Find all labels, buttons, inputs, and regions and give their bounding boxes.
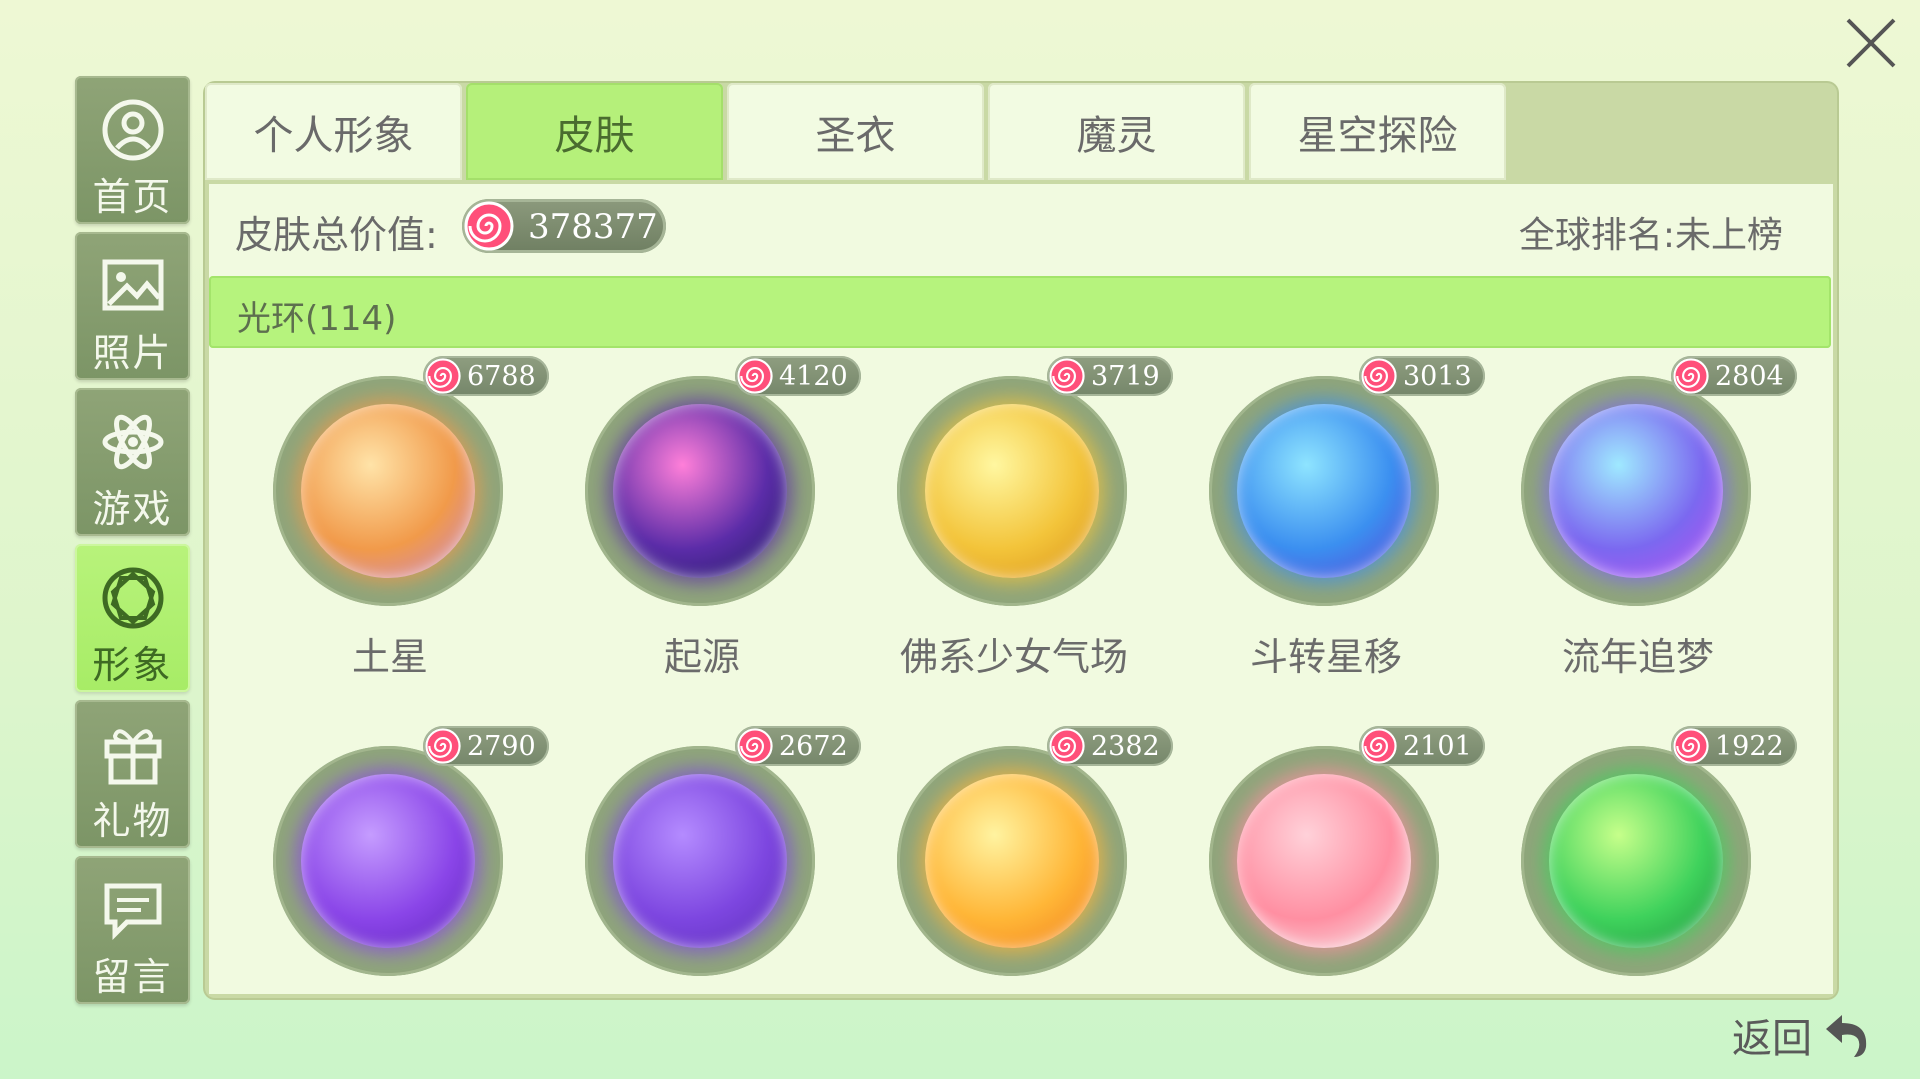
- price-badge: 3013: [1359, 356, 1485, 396]
- skin-item[interactable]: 2790: [235, 726, 549, 994]
- tab-holy-cloth[interactable]: 圣衣: [727, 83, 984, 180]
- candy-coin-icon: [425, 728, 461, 764]
- halo-orb-icon: [1549, 404, 1723, 578]
- price-badge: 6788: [423, 356, 549, 396]
- message-icon: [99, 876, 167, 944]
- summary-bar: 皮肤总价值: 378377 全球排名:未上榜: [209, 184, 1833, 270]
- price-badge: 2790: [423, 726, 549, 766]
- candy-coin-icon: [425, 358, 461, 394]
- skin-item[interactable]: 4120 起源: [547, 356, 861, 686]
- skin-name: 佛系少女气场: [899, 635, 1128, 679]
- back-button[interactable]: 返回: [1732, 1000, 1874, 1070]
- sidebar-item-photos[interactable]: 照片: [75, 232, 190, 380]
- price-badge: 3719: [1047, 356, 1173, 396]
- tab-demon-spirit[interactable]: 魔灵: [988, 83, 1245, 180]
- profile-icon: [99, 96, 167, 164]
- tab-bar: 个人形象 皮肤 圣衣 魔灵 星空探险: [205, 83, 1510, 182]
- halo-orb-icon: [301, 404, 475, 578]
- halo-orb-icon: [1237, 774, 1411, 948]
- price-badge: 2804: [1671, 356, 1797, 396]
- skin-item[interactable]: 3013 斗转星移: [1171, 356, 1485, 686]
- skin-name: 流年追梦: [1561, 635, 1714, 679]
- price-badge: 2382: [1047, 726, 1173, 766]
- sidebar-item-avatar[interactable]: 形象: [75, 544, 190, 692]
- price-badge: 1922: [1671, 726, 1797, 766]
- skins-content: 皮肤总价值: 378377 全球排名:未上榜 光环(114) 6788 土星 412…: [209, 184, 1833, 994]
- halo-orb-icon: [1237, 404, 1411, 578]
- photo-icon: [99, 252, 167, 320]
- halo-orb-icon: [613, 774, 787, 948]
- price-amount: 3719: [1091, 361, 1160, 392]
- total-value-amount: 378377: [528, 207, 658, 247]
- price-badge: 2672: [735, 726, 861, 766]
- halo-orb-icon: [1549, 774, 1723, 948]
- sidebar: 首页 照片 游戏 形象 礼物 留言: [75, 76, 192, 1012]
- close-icon: [1846, 18, 1896, 68]
- skin-item[interactable]: 1922: [1483, 726, 1797, 994]
- candy-coin-icon: [737, 358, 773, 394]
- candy-coin-icon: [1361, 728, 1397, 764]
- close-button[interactable]: [1840, 12, 1902, 74]
- price-amount: 2804: [1715, 361, 1784, 392]
- skin-name: 土星: [351, 635, 428, 679]
- price-amount: 4120: [779, 361, 848, 392]
- halo-orb-icon: [301, 774, 475, 948]
- sidebar-item-games[interactable]: 游戏: [75, 388, 190, 536]
- tab-personal-image[interactable]: 个人形象: [205, 83, 462, 180]
- price-badge: 4120: [735, 356, 861, 396]
- price-amount: 6788: [467, 361, 536, 392]
- price-amount: 3013: [1403, 361, 1472, 392]
- skin-item[interactable]: 2804 流年追梦: [1483, 356, 1797, 686]
- candy-coin-icon: [737, 728, 773, 764]
- total-value-label: 皮肤总价值:: [235, 213, 438, 257]
- wardrobe-panel: 个人形象 皮肤 圣衣 魔灵 星空探险 皮肤总价值: 378377 全球排名:未上…: [205, 83, 1837, 998]
- sidebar-item-label: 形象: [92, 643, 173, 687]
- global-rank-text: 全球排名:未上榜: [1518, 215, 1783, 256]
- sidebar-item-label: 礼物: [92, 799, 173, 843]
- sidebar-item-label: 照片: [92, 331, 173, 375]
- skin-name: 斗转星移: [1249, 635, 1402, 679]
- skin-item[interactable]: 2382: [859, 726, 1173, 994]
- skin-grid: 6788 土星 4120 起源 3719 佛系少女气场 3013 斗转星移 2804 流年追梦 27…: [209, 356, 1833, 994]
- price-amount: 2672: [779, 731, 848, 762]
- undo-arrow-icon: [1826, 1015, 1867, 1057]
- sidebar-item-label: 留言: [92, 955, 173, 999]
- category-header[interactable]: 光环(114): [209, 276, 1831, 348]
- halo-orb-icon: [925, 404, 1099, 578]
- sidebar-item-messages[interactable]: 留言: [75, 856, 190, 1004]
- gift-icon: [99, 720, 167, 788]
- tab-skins[interactable]: 皮肤: [466, 83, 723, 180]
- skin-name: 起源: [663, 635, 740, 679]
- candy-coin-icon: [1673, 728, 1709, 764]
- sidebar-item-label: 首页: [92, 175, 173, 219]
- candy-coin-icon: [1049, 728, 1085, 764]
- tab-star-exploration[interactable]: 星空探险: [1249, 83, 1506, 180]
- price-badge: 2101: [1359, 726, 1485, 766]
- atom-icon: [99, 408, 167, 476]
- candy-coin-icon: [464, 201, 514, 251]
- price-amount: 1922: [1715, 731, 1784, 762]
- price-amount: 2382: [1091, 731, 1160, 762]
- candy-coin-icon: [1361, 358, 1397, 394]
- diamond-icon: [99, 564, 167, 632]
- candy-coin-icon: [1049, 358, 1085, 394]
- sidebar-item-home[interactable]: 首页: [75, 76, 190, 224]
- skin-item[interactable]: 2672: [547, 726, 861, 994]
- skin-item[interactable]: 6788 土星: [235, 356, 549, 686]
- candy-coin-icon: [1673, 358, 1709, 394]
- sidebar-item-label: 游戏: [92, 487, 173, 531]
- skin-item[interactable]: 2101: [1171, 726, 1485, 994]
- sidebar-item-gifts[interactable]: 礼物: [75, 700, 190, 848]
- price-amount: 2790: [467, 731, 536, 762]
- price-amount: 2101: [1403, 731, 1472, 762]
- halo-orb-icon: [925, 774, 1099, 948]
- category-label: 光环(114): [237, 299, 397, 339]
- back-label: 返回: [1732, 1016, 1812, 1062]
- total-value-badge: 378377: [462, 199, 666, 253]
- halo-orb-icon: [613, 404, 787, 578]
- skin-item[interactable]: 3719 佛系少女气场: [859, 356, 1173, 686]
